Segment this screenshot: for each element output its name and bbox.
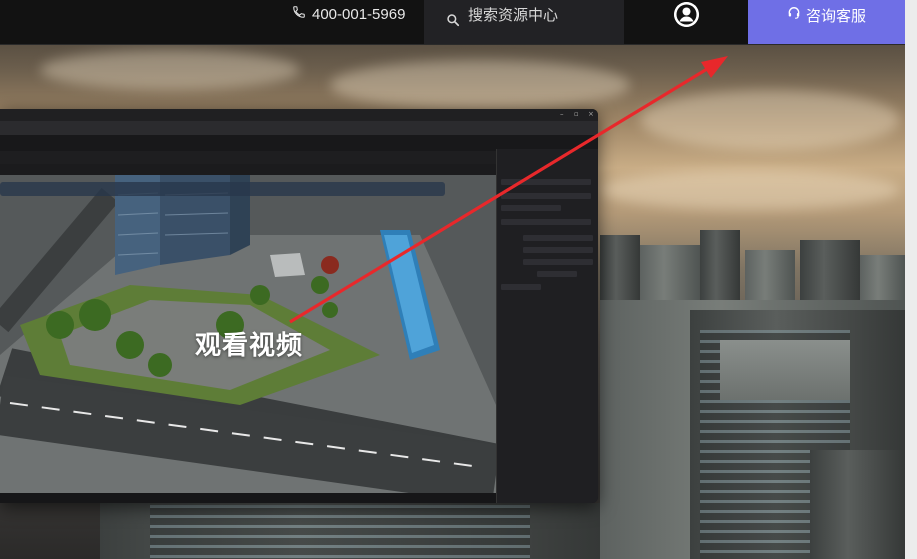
- building: [860, 255, 905, 305]
- search-placeholder: 搜索资源中心: [468, 5, 559, 24]
- phone-number: 400-001-5969: [312, 5, 406, 23]
- cloud: [640, 90, 900, 150]
- close-icon: ×: [588, 110, 594, 118]
- building: [745, 250, 795, 305]
- panel-row: [501, 205, 561, 211]
- phone-icon: [292, 5, 306, 23]
- panel-row: [501, 193, 591, 199]
- maximize-icon: ▫: [574, 110, 579, 118]
- building: [600, 235, 640, 305]
- panel-row: [501, 284, 541, 290]
- building-roof: [720, 340, 850, 400]
- top-navigation-bar: 400-001-5969 搜索资源中心 咨询客服: [0, 0, 905, 45]
- window-status-bar: [0, 493, 496, 503]
- building: [810, 450, 905, 559]
- panel-row: [501, 219, 591, 225]
- building: [800, 240, 860, 305]
- headset-icon: [787, 6, 801, 24]
- panel-row: [523, 259, 593, 265]
- panel-row: [523, 235, 593, 241]
- properties-panel: [496, 149, 598, 503]
- user-avatar-icon[interactable]: [674, 2, 699, 27]
- customer-service-button[interactable]: 咨询客服: [748, 0, 905, 44]
- cloud: [330, 60, 630, 110]
- building: [640, 245, 700, 305]
- scene-toolbar: [0, 182, 445, 196]
- panel-row: [523, 247, 593, 253]
- search-box[interactable]: 搜索资源中心: [424, 0, 624, 44]
- cloud: [40, 50, 300, 90]
- video-thumbnail-window[interactable]: – ▫ ×: [0, 109, 598, 503]
- window-address-bar: [0, 121, 598, 135]
- cloud: [600, 170, 900, 210]
- phone-contact[interactable]: 400-001-5969: [292, 0, 405, 28]
- building-windows: [150, 505, 530, 559]
- watch-video-label[interactable]: 观看视频: [195, 325, 303, 362]
- building: [700, 230, 740, 305]
- panel-row: [537, 271, 577, 277]
- window-titlebar: – ▫ ×: [0, 109, 598, 121]
- page-scroll-edge: [905, 0, 917, 559]
- search-icon: [446, 13, 460, 31]
- minimize-icon: –: [560, 110, 564, 118]
- panel-row: [501, 179, 591, 185]
- customer-service-label: 咨询客服: [805, 6, 866, 25]
